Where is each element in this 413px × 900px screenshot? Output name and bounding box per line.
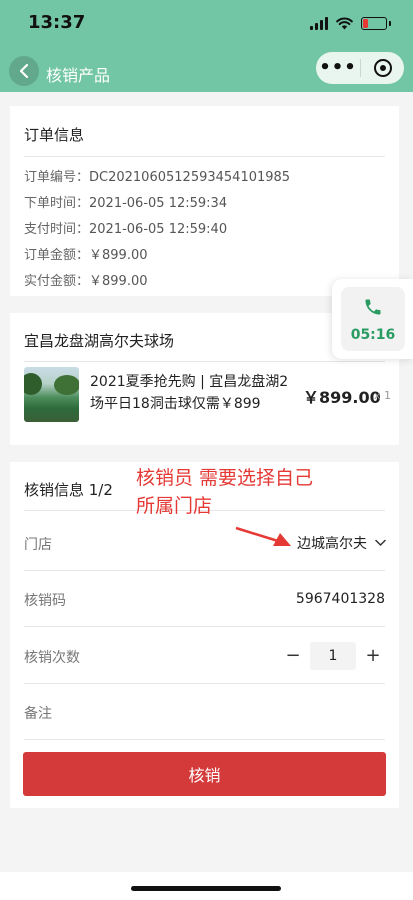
call-widget[interactable]: 05:16 <box>332 279 413 359</box>
mini-program-capsule: ••• <box>316 52 404 84</box>
code-label: 核销码 <box>24 593 66 609</box>
product-quantity: x 1 <box>374 389 392 402</box>
product-price: ￥899.00 <box>303 388 381 407</box>
store-select-value: 边城高尔夫 <box>297 536 367 552</box>
annotation-line-1: 核销员 需要选择自己 <box>136 467 314 489</box>
call-duration: 05:16 <box>350 327 396 343</box>
order-number-row: 订单编号：DC2021060512593454101985 <box>24 166 290 185</box>
status-icons <box>310 14 391 32</box>
battery-cap <box>389 20 391 26</box>
pay-time-row: 支付时间：2021-06-05 12:59:40 <box>24 218 227 237</box>
page-title: 核销产品 <box>46 66 111 85</box>
order-time-label: 下单时间： <box>24 196 90 211</box>
divider <box>24 739 385 740</box>
target-icon <box>373 59 392 77</box>
order-info-card: 订单信息 订单编号：DC2021060512593454101985 下单时间：… <box>10 106 399 296</box>
divider <box>24 626 385 627</box>
annotation-line-2: 所属门店 <box>136 495 213 517</box>
call-widget-inner: 05:16 <box>341 287 405 351</box>
paid-amount-label: 实付金额： <box>24 274 90 289</box>
order-number-label: 订单编号： <box>24 170 90 185</box>
close-miniprogram-button[interactable] <box>361 59 404 77</box>
note-input[interactable] <box>80 694 385 730</box>
divider <box>24 683 385 684</box>
product-thumbnail <box>24 367 79 422</box>
divider <box>24 570 385 571</box>
chevron-left-icon <box>19 63 29 79</box>
submit-button[interactable]: 核销 <box>23 752 386 796</box>
nav-bar: 核销产品 ••• <box>0 46 413 92</box>
back-button[interactable] <box>9 56 39 86</box>
order-amount-value: ￥899.00 <box>89 248 148 263</box>
status-bar: 13:37 <box>0 0 413 46</box>
code-value: 5967401328 <box>295 591 385 607</box>
pay-time-label: 支付时间： <box>24 222 90 237</box>
annotation-arrow <box>235 526 291 546</box>
decrement-button[interactable]: − <box>280 642 306 670</box>
order-amount-label: 订单金额： <box>24 248 90 263</box>
pay-time-value: 2021-06-05 12:59:40 <box>89 222 228 237</box>
battery-icon <box>361 16 387 30</box>
chevron-down-icon <box>375 539 386 547</box>
paid-amount-value: ￥899.00 <box>89 274 148 289</box>
order-info-heading: 订单信息 <box>24 126 85 144</box>
tree-shape <box>24 373 42 395</box>
count-label: 核销次数 <box>24 650 80 666</box>
more-icon[interactable]: ••• <box>316 52 360 84</box>
redeem-heading: 核销信息 1/2 <box>24 481 113 499</box>
divider <box>24 156 385 157</box>
store-select[interactable]: 边城高尔夫 <box>297 533 386 553</box>
divider <box>24 361 385 362</box>
order-amount-row: 订单金额：￥899.00 <box>24 244 148 263</box>
note-label: 备注 <box>24 706 52 722</box>
paid-amount-row: 实付金额：￥899.00 <box>24 270 148 289</box>
store-label: 门店 <box>24 537 52 553</box>
order-time-value: 2021-06-05 12:59:34 <box>89 196 228 211</box>
store-heading: 宜昌龙盘湖高尔夫球场 <box>24 332 175 350</box>
increment-button[interactable]: + <box>360 642 386 670</box>
wifi-icon <box>336 16 353 29</box>
count-input[interactable]: 1 <box>310 642 356 670</box>
cellular-signal-icon <box>310 16 328 30</box>
count-stepper: − 1 + <box>280 642 386 670</box>
product-title: 2021夏季抢先购 | 宜昌龙盘湖2场平日18洞击球仅需￥899 <box>90 374 289 412</box>
tree-shape <box>54 375 79 395</box>
order-number-value: DC2021060512593454101985 <box>89 170 291 185</box>
home-indicator <box>131 886 281 891</box>
order-time-row: 下单时间：2021-06-05 12:59:34 <box>24 192 227 211</box>
status-time: 13:37 <box>28 12 86 33</box>
annotation-text: 核销员 需要选择自己 所属门店 <box>136 464 313 520</box>
phone-icon <box>365 299 381 315</box>
